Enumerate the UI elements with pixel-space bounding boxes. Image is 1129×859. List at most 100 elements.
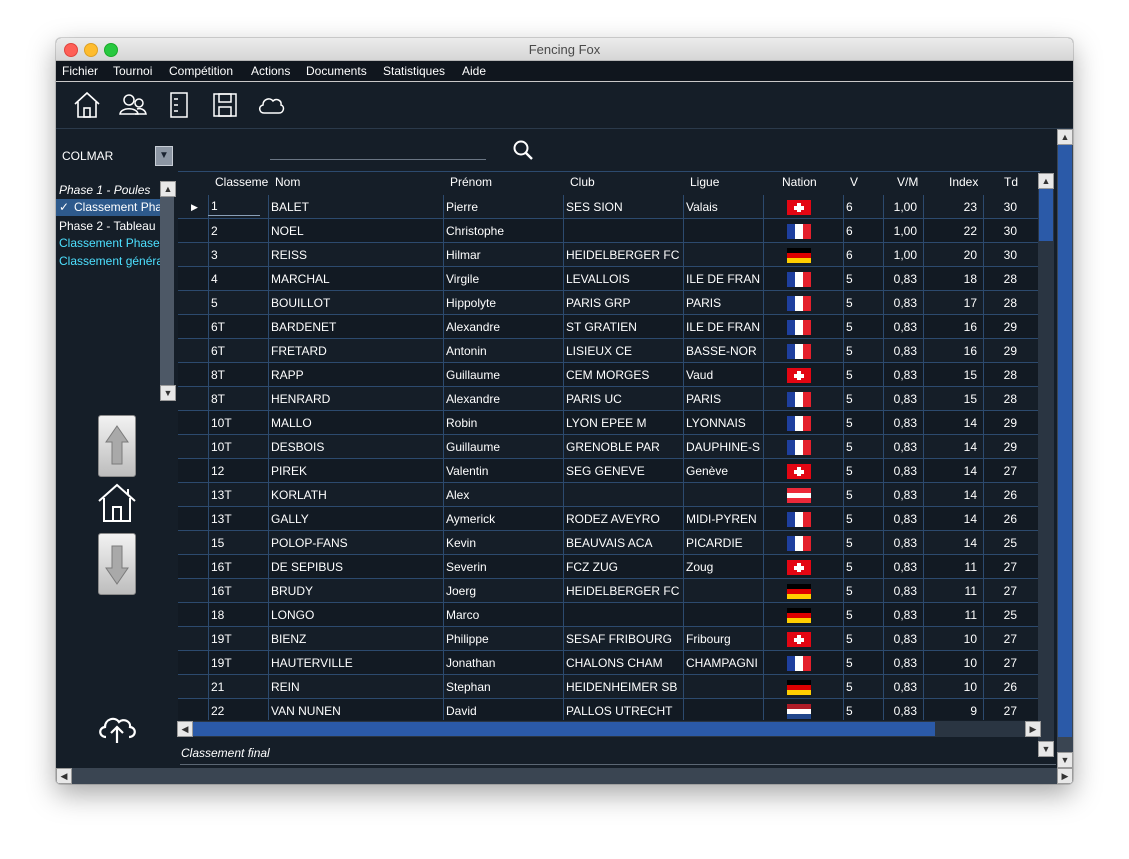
flag-ned-icon <box>787 704 811 719</box>
cloud-icon[interactable] <box>256 90 286 120</box>
scroll-thumb[interactable] <box>193 722 935 736</box>
column-header-classement[interactable]: Classeme <box>215 175 269 189</box>
notebook-icon[interactable] <box>164 90 194 120</box>
phase-list-item-selected[interactable]: ✓ Classement Pha <box>56 199 160 216</box>
cell-rank: 2 <box>211 224 218 238</box>
menu-tournoi[interactable]: Tournoi <box>113 64 152 78</box>
scroll-up-icon[interactable]: ▲ <box>1038 173 1054 189</box>
phase-list-scrollbar[interactable]: ▲ ▼ <box>160 181 176 401</box>
table-row[interactable]: 8T HENRARD Alexandre PARIS UC PARIS 5 0,83 15 28 <box>178 387 1040 411</box>
cell-prenom: Alex <box>446 488 470 502</box>
cell-v: 6 <box>846 200 853 214</box>
phase-list-item-classement-phase[interactable]: Classement Phase <box>59 236 160 250</box>
table-row[interactable]: 10T DESBOIS Guillaume GRENOBLE PAR DAUPHINE-… <box>178 435 1040 459</box>
column-header-prenom[interactable]: Prénom <box>450 175 492 189</box>
menu-competition[interactable]: Compétition <box>169 64 233 78</box>
home-icon[interactable] <box>96 481 138 523</box>
table-row[interactable]: 19T HAUTERVILLE Jonathan CHALONS CHAM CHAMPA… <box>178 651 1040 675</box>
chevron-down-icon[interactable]: ▼ <box>155 146 173 166</box>
table-row[interactable]: 10T MALLO Robin LYON EPEE M LYONNAIS 5 0,83 14 2… <box>178 411 1040 435</box>
menu-fichier[interactable]: Fichier <box>62 64 98 78</box>
column-header-td[interactable]: Td <box>1004 175 1018 189</box>
column-header-vm[interactable]: V/M <box>897 175 918 189</box>
table-row[interactable]: 12 PIREK Valentin SEG GENEVE Genève 5 0,83 14 27 <box>178 459 1040 483</box>
phase-list: Phase 1 - Poules ✓ Classement Pha Phase … <box>56 181 160 401</box>
move-down-button[interactable] <box>98 533 136 595</box>
table-row[interactable]: 15 POLOP-FANS Kevin BEAUVAIS ACA PICARDIE 5 0,… <box>178 531 1040 555</box>
scroll-thumb[interactable] <box>1058 145 1072 737</box>
flag-ger-icon <box>787 248 811 263</box>
move-up-button[interactable] <box>98 415 136 477</box>
column-divider <box>763 339 764 363</box>
title-bar: Fencing Fox <box>56 38 1073 61</box>
search-input[interactable] <box>270 159 486 160</box>
scroll-left-icon[interactable]: ◀ <box>56 768 72 784</box>
phase-list-item-classement-general[interactable]: Classement généra <box>59 254 160 268</box>
cell-ligue: ILE DE FRAN <box>686 320 761 334</box>
scroll-up-icon[interactable]: ▲ <box>160 181 176 197</box>
table-row[interactable]: 4 MARCHAL Virgile LEVALLOIS ILE DE FRAN 5 0,83… <box>178 267 1040 291</box>
table-horizontal-scrollbar[interactable]: ◀ ▶ <box>177 721 1041 737</box>
home-icon[interactable] <box>72 90 102 120</box>
table-row[interactable]: 8T RAPP Guillaume CEM MORGES Vaud 5 0,83 15 28 <box>178 363 1040 387</box>
table-row[interactable]: 3 REISS Hilmar HEIDELBERGER FC 6 1,00 20 30 <box>178 243 1040 267</box>
cell-rank[interactable]: 1 <box>208 196 260 216</box>
column-header-v[interactable]: V <box>850 175 858 189</box>
cell-prenom: Christophe <box>446 224 505 238</box>
table-row[interactable]: 5 BOUILLOT Hippolyte PARIS GRP PARIS 5 0,83 17 2… <box>178 291 1040 315</box>
cell-prenom: Guillaume <box>446 440 501 454</box>
cell-nom: MALLO <box>271 416 312 430</box>
menu-statistiques[interactable]: Statistiques <box>383 64 445 78</box>
table-row[interactable]: 2 NOEL Christophe 6 1,00 22 30 <box>178 219 1040 243</box>
table-row[interactable]: 19T BIENZ Philippe SESAF FRIBOURG Fribourg 5 0… <box>178 627 1040 651</box>
table-row[interactable]: 16T DE SEPIBUS Severin FCZ ZUG Zoug 5 0,83 11 27 <box>178 555 1040 579</box>
competition-select[interactable]: COLMAR ▼ <box>60 146 173 166</box>
table-row[interactable]: 16T BRUDY Joerg HEIDELBERGER FC 5 0,83 11 27 <box>178 579 1040 603</box>
scroll-thumb[interactable] <box>1039 189 1053 241</box>
cell-v: 5 <box>846 320 853 334</box>
column-divider <box>763 579 764 603</box>
scroll-down-icon[interactable]: ▼ <box>1057 752 1073 768</box>
menu-aide[interactable]: Aide <box>462 64 486 78</box>
cell-nom: RAPP <box>271 368 304 382</box>
column-header-ligue[interactable]: Ligue <box>690 175 719 189</box>
phase-list-item-phase2[interactable]: Phase 2 - Tableau <box>59 219 156 233</box>
cell-club: HEIDENHEIMER SB <box>566 680 678 694</box>
menu-actions[interactable]: Actions <box>251 64 290 78</box>
cell-prenom: Robin <box>446 416 478 430</box>
table-row[interactable]: 13T KORLATH Alex 5 0,83 14 26 <box>178 483 1040 507</box>
phase-list-item-phase1[interactable]: Phase 1 - Poules <box>59 183 150 197</box>
table-row[interactable]: 18 LONGO Marco 5 0,83 11 25 <box>178 603 1040 627</box>
table-row[interactable]: 22 VAN NUNEN David PALLOS UTRECHT 5 0,83 9 27 <box>178 699 1040 720</box>
scroll-down-icon[interactable]: ▼ <box>1038 741 1054 757</box>
table-row[interactable]: 13T GALLY Aymerick RODEZ AVEYRO MIDI-PYREN 5 0… <box>178 507 1040 531</box>
toolbar <box>56 82 1073 129</box>
cell-club: SES SION <box>566 200 623 214</box>
cell-v: 5 <box>846 488 853 502</box>
cloud-upload-icon[interactable] <box>96 711 138 745</box>
cell-vm: 0,83 <box>893 488 917 502</box>
search-icon[interactable] <box>512 139 534 161</box>
column-header-nation[interactable]: Nation <box>782 175 817 189</box>
scroll-left-icon[interactable]: ◀ <box>177 721 193 737</box>
scroll-right-icon[interactable]: ▶ <box>1025 721 1041 737</box>
cell-ligue: CHAMPAGNI <box>686 656 758 670</box>
column-header-nom[interactable]: Nom <box>275 175 300 189</box>
column-header-index[interactable]: Index <box>949 175 978 189</box>
table-row[interactable]: 6T BARDENET Alexandre ST GRATIEN ILE DE FRAN… <box>178 315 1040 339</box>
window-horizontal-scrollbar[interactable]: ◀ ▶ <box>56 768 1073 784</box>
table-row[interactable]: ▶ 1 BALET Pierre SES SION Valais 6 1,00 23 30 <box>178 195 1040 219</box>
column-divider <box>763 651 764 675</box>
menu-documents[interactable]: Documents <box>306 64 367 78</box>
table-row[interactable]: 21 REIN Stephan HEIDENHEIMER SB 5 0,83 10 26 <box>178 675 1040 699</box>
scroll-right-icon[interactable]: ▶ <box>1057 768 1073 784</box>
scroll-up-icon[interactable]: ▲ <box>1057 129 1073 145</box>
cell-nom: REISS <box>271 248 308 262</box>
window-vertical-scrollbar[interactable]: ▲ ▼ <box>1057 129 1073 768</box>
users-icon[interactable] <box>118 90 148 120</box>
column-header-club[interactable]: Club <box>570 175 595 189</box>
table-vertical-scrollbar[interactable]: ▲ ▼ <box>1038 173 1054 757</box>
scroll-down-icon[interactable]: ▼ <box>160 385 176 401</box>
table-row[interactable]: 6T FRETARD Antonin LISIEUX CE BASSE-NOR 5 0,83… <box>178 339 1040 363</box>
save-icon[interactable] <box>210 90 240 120</box>
